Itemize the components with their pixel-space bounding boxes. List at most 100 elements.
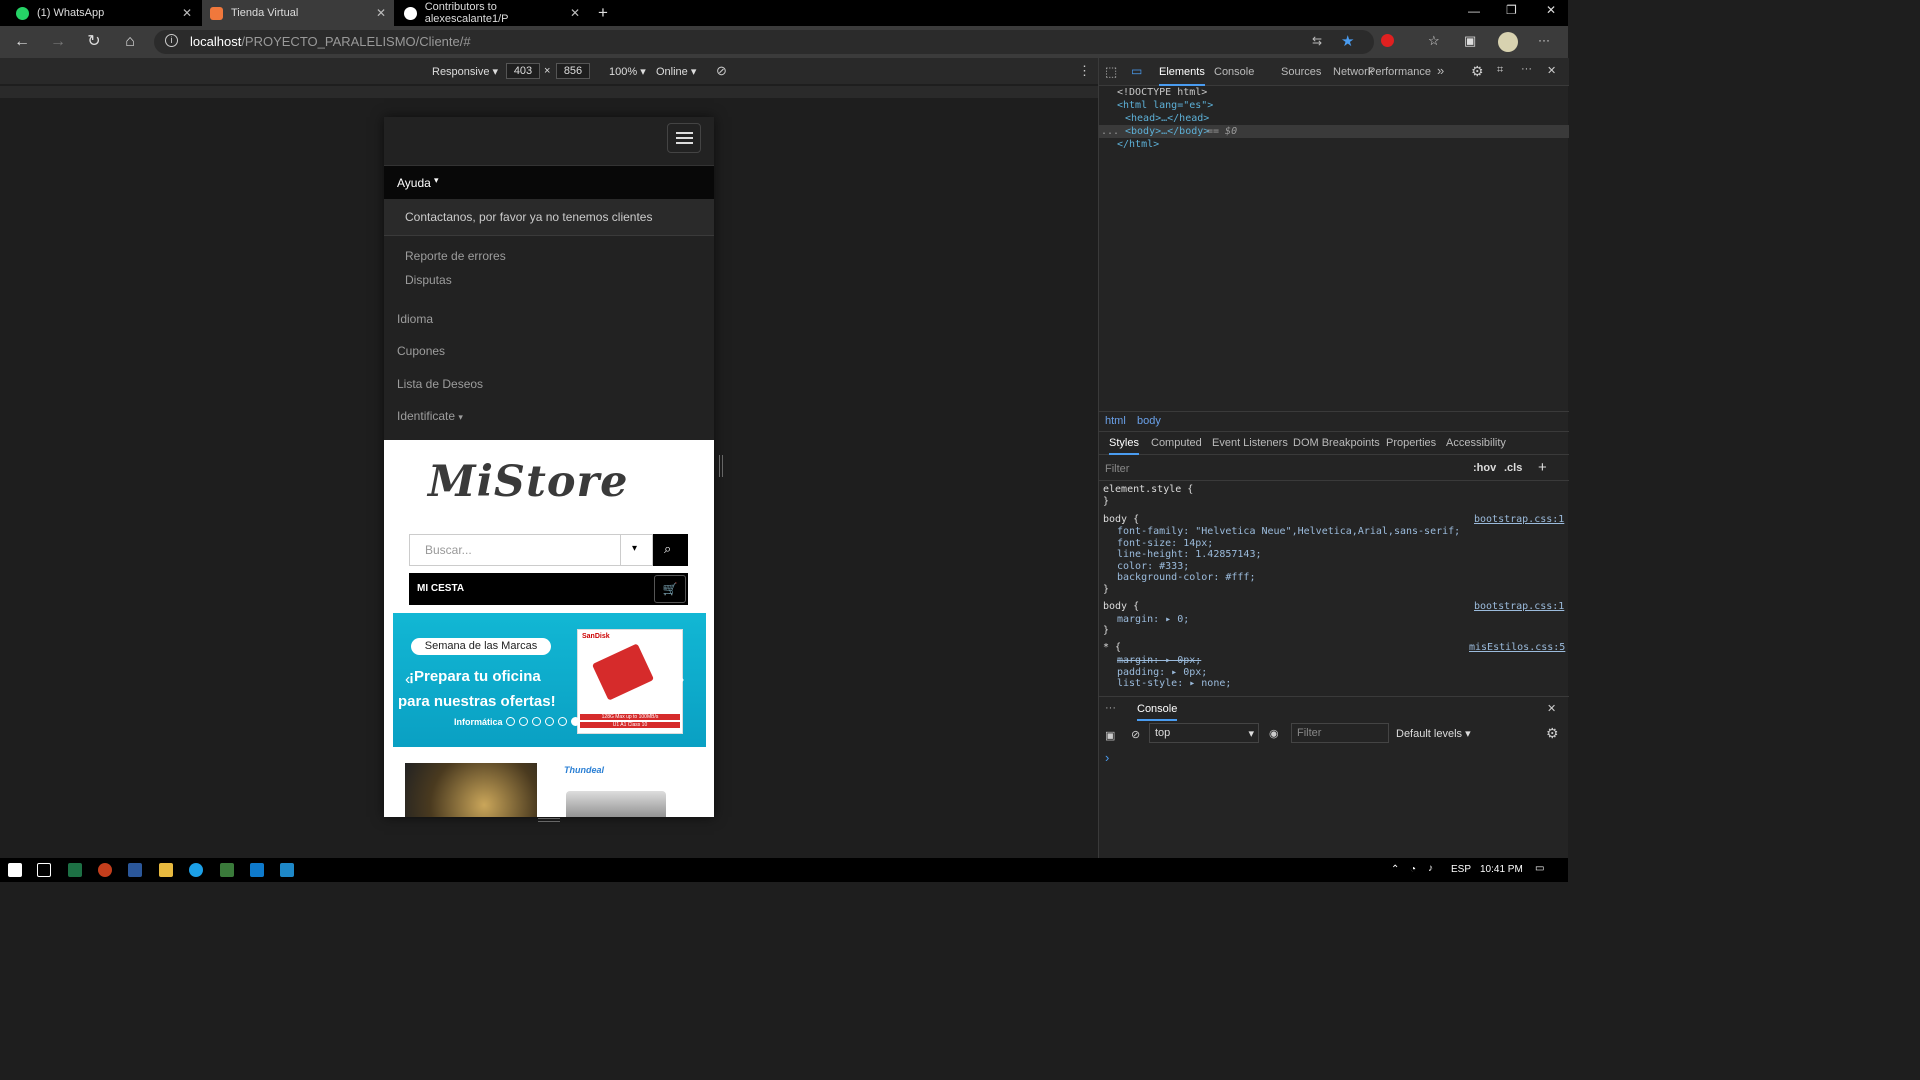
- styles-filter-input[interactable]: Filter: [1105, 463, 1129, 475]
- prop-padding[interactable]: padding: ▸ 0px;: [1117, 667, 1207, 678]
- carousel-dot[interactable]: [545, 717, 554, 726]
- site-info-icon[interactable]: i: [165, 34, 178, 47]
- url-text[interactable]: localhost/PROYECTO_PARALELISMO/Cliente/#: [190, 34, 471, 49]
- class-toggle[interactable]: .cls: [1504, 462, 1522, 474]
- console-settings-icon[interactable]: ⚙: [1546, 725, 1559, 742]
- home-icon[interactable]: ⌂: [120, 32, 140, 52]
- app2-icon[interactable]: [280, 863, 294, 877]
- translate-icon[interactable]: ⇆: [1312, 34, 1322, 48]
- close-devtools-icon[interactable]: ✕: [1547, 64, 1556, 77]
- profile-avatar[interactable]: [1498, 32, 1518, 52]
- app-icon[interactable]: [220, 863, 234, 877]
- search-input[interactable]: Buscar...: [409, 534, 621, 566]
- source-link-misestilos[interactable]: misEstilos.css:5: [1469, 642, 1565, 653]
- tab-accessibility[interactable]: Accessibility: [1446, 437, 1506, 449]
- clear-console-icon[interactable]: ⊘: [1131, 728, 1140, 741]
- watch-product-image[interactable]: [405, 763, 537, 817]
- prop-font-size[interactable]: font-size: 14px;: [1117, 538, 1213, 549]
- resize-handle-right[interactable]: [719, 455, 723, 477]
- device-toggle-icon[interactable]: ▭: [1131, 64, 1142, 78]
- tab-github[interactable]: Contributors to alexescalante1/P ✕: [396, 0, 588, 26]
- tree-doctype[interactable]: <!DOCTYPE html>: [1117, 87, 1207, 98]
- source-link-bootstrap[interactable]: bootstrap.css:1: [1474, 514, 1564, 525]
- tab-elements[interactable]: Elements: [1159, 66, 1205, 86]
- network-throttle-select[interactable]: Online ▾: [656, 65, 696, 78]
- tab-performance[interactable]: Performance: [1368, 66, 1431, 78]
- tree-html-close[interactable]: </html>: [1117, 139, 1159, 150]
- language-indicator[interactable]: ESP: [1451, 864, 1471, 875]
- forward-icon[interactable]: →: [48, 32, 68, 52]
- source-link-bootstrap-2[interactable]: bootstrap.css:1: [1474, 601, 1564, 612]
- menu-item-ayuda[interactable]: Ayuda ▾: [384, 166, 714, 199]
- new-tab-button[interactable]: +: [598, 3, 608, 23]
- reload-icon[interactable]: ↻: [84, 32, 104, 52]
- devtools-menu-icon[interactable]: ···: [1521, 63, 1532, 75]
- prop-font-family[interactable]: font-family: "Helvetica Neue",Helvetica,…: [1117, 526, 1460, 537]
- tree-body[interactable]: <body>…</body>: [1125, 126, 1209, 137]
- menu-item-identificate[interactable]: Identificate ▾: [397, 409, 463, 423]
- sidebar-toggle-icon[interactable]: ▣: [1105, 729, 1115, 742]
- projector-product-image[interactable]: Thundeal: [556, 763, 690, 817]
- log-levels-select[interactable]: Default levels ▾: [1396, 727, 1471, 740]
- menu-item-deseos[interactable]: Lista de Deseos: [397, 377, 483, 391]
- prop-background-color[interactable]: background-color: #fff;: [1117, 572, 1255, 583]
- close-tab-icon[interactable]: ✕: [570, 6, 580, 20]
- carousel-dot[interactable]: [506, 717, 515, 726]
- tab-styles[interactable]: Styles: [1109, 437, 1139, 455]
- store-logo[interactable]: MiStore: [428, 457, 629, 507]
- promo-carousel[interactable]: Semana de las Marcas ¡Prepara tu oficina…: [393, 613, 706, 747]
- close-window-button[interactable]: ✕: [1546, 3, 1556, 17]
- feedback-icon[interactable]: ⌗: [1497, 64, 1503, 77]
- tray-chevron-icon[interactable]: ⌃: [1391, 864, 1399, 875]
- resize-handle-bottom[interactable]: [538, 818, 560, 822]
- tab-dom-breakpoints[interactable]: DOM Breakpoints: [1293, 437, 1380, 449]
- back-icon[interactable]: ←: [12, 32, 32, 52]
- favorite-star-icon[interactable]: ★: [1341, 32, 1354, 50]
- element-style-rule[interactable]: element.style {: [1103, 484, 1193, 495]
- clock[interactable]: 10:41 PM: [1480, 864, 1523, 875]
- tab-event-listeners[interactable]: Event Listeners: [1212, 437, 1288, 449]
- prop-color[interactable]: color: #333;: [1117, 561, 1189, 572]
- carousel-next-icon[interactable]: ›: [679, 671, 684, 689]
- drawer-menu-icon[interactable]: ···: [1105, 702, 1116, 714]
- tab-console[interactable]: Console: [1214, 66, 1254, 78]
- breadcrumb-html[interactable]: html: [1105, 415, 1126, 427]
- powerpoint-icon[interactable]: [98, 863, 112, 877]
- search-button[interactable]: ⌕: [653, 534, 688, 566]
- favorites-icon[interactable]: ☆: [1428, 33, 1440, 49]
- cart-button[interactable]: MI CESTA 🛒: [409, 573, 688, 605]
- prop-line-height[interactable]: line-height: 1.42857143;: [1117, 549, 1262, 560]
- tab-sources[interactable]: Sources: [1281, 66, 1321, 78]
- carousel-dot[interactable]: [571, 717, 580, 726]
- device-height-input[interactable]: 856: [556, 63, 590, 79]
- more-tabs-icon[interactable]: »: [1437, 63, 1444, 78]
- search-category-dropdown[interactable]: ▾: [620, 534, 653, 566]
- close-tab-icon[interactable]: ✕: [182, 6, 192, 20]
- context-select[interactable]: top ▾: [1149, 723, 1259, 743]
- carousel-dot[interactable]: [532, 717, 541, 726]
- body-rule-2-selector[interactable]: body {: [1103, 601, 1139, 612]
- gear-icon[interactable]: ⚙: [1471, 63, 1484, 80]
- tab-properties[interactable]: Properties: [1386, 437, 1436, 449]
- collections-icon[interactable]: ▣: [1464, 33, 1476, 49]
- device-width-input[interactable]: 403: [506, 63, 540, 79]
- carousel-dot[interactable]: [519, 717, 528, 726]
- excel-icon[interactable]: [68, 863, 82, 877]
- inspect-element-icon[interactable]: ⬚: [1105, 64, 1117, 80]
- media-query-ruler[interactable]: [0, 86, 1098, 98]
- task-view-icon[interactable]: [37, 863, 51, 877]
- edge-icon[interactable]: [189, 863, 203, 877]
- minimize-button[interactable]: —: [1468, 4, 1480, 18]
- eye-icon[interactable]: ◉: [1269, 727, 1279, 740]
- body-rule-selector[interactable]: body {: [1103, 514, 1139, 525]
- vscode-icon[interactable]: [250, 863, 264, 877]
- tab-computed[interactable]: Computed: [1151, 437, 1202, 449]
- tab-tienda-virtual[interactable]: Tienda Virtual ✕: [202, 0, 394, 26]
- dropdown-item-contact[interactable]: Contactanos, por favor ya no tenemos cli…: [384, 199, 714, 236]
- network-icon[interactable]: ◔: [1410, 864, 1416, 875]
- dropdown-item-reporte[interactable]: Reporte de errores: [405, 249, 506, 263]
- console-filter-input[interactable]: Filter: [1291, 723, 1389, 743]
- menu-item-cupones[interactable]: Cupones: [397, 344, 445, 358]
- windows-start-icon[interactable]: [8, 863, 22, 877]
- tree-head[interactable]: <head>…</head>: [1125, 113, 1209, 124]
